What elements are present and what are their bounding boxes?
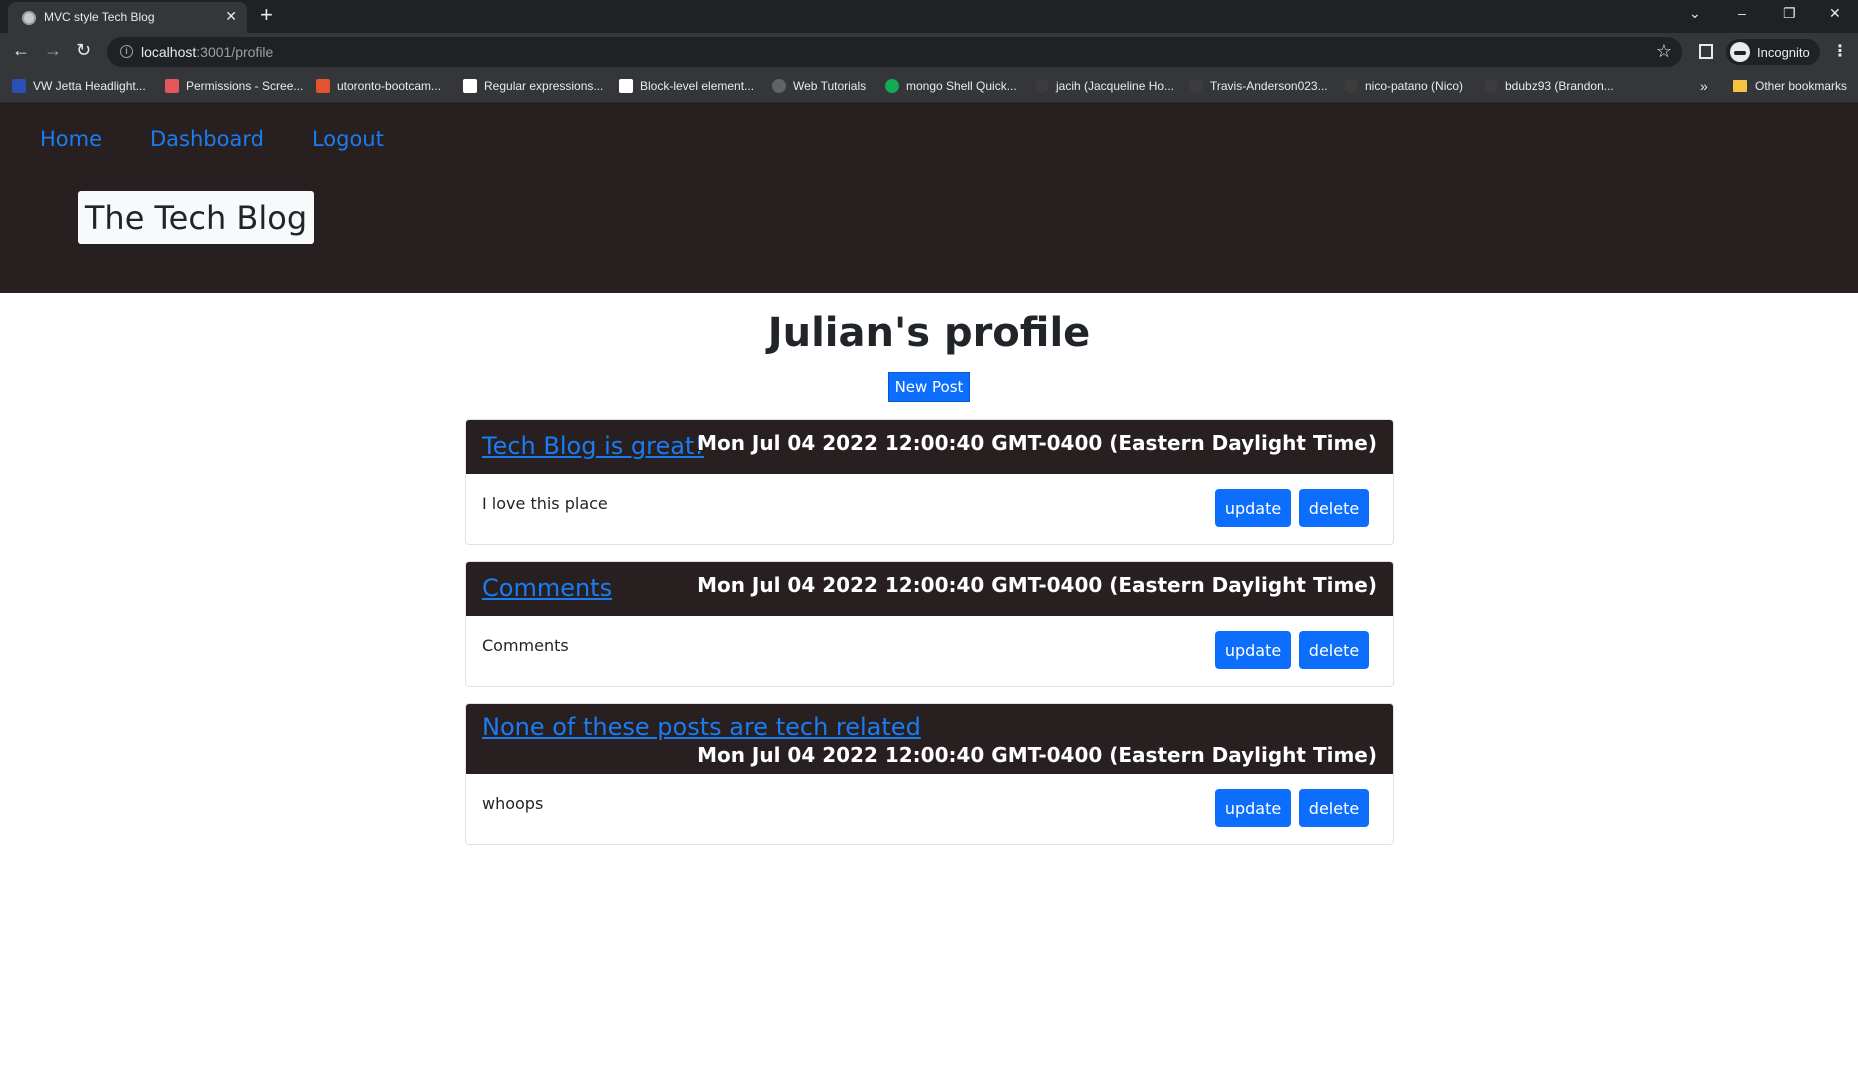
bookmark-label: mongo Shell Quick... — [906, 79, 1017, 93]
bookmark-label: Regular expressions... — [484, 79, 604, 93]
post-title-link[interactable]: None of these posts are tech related — [482, 713, 921, 741]
back-arrow-icon[interactable]: ← — [12, 40, 30, 60]
post-content: whoops — [482, 794, 544, 813]
globe-icon — [22, 11, 36, 25]
post-content: Comments — [482, 636, 569, 655]
bookmark-item[interactable]: utoronto-bootcam... — [316, 79, 441, 93]
bookmark-item[interactable]: bdubz93 (Brandon... — [1484, 79, 1614, 93]
bookmark-label: jacih (Jacqueline Ho... — [1056, 79, 1175, 93]
incognito-icon — [1730, 42, 1750, 62]
post-content: I love this place — [482, 494, 608, 513]
bookmark-item[interactable]: Web Tutorials — [772, 79, 866, 93]
side-panel-icon[interactable] — [1699, 44, 1713, 59]
address-bar[interactable]: i localhost:3001/profile ☆ — [107, 37, 1682, 67]
post-card: None of these posts are tech related Mon… — [465, 703, 1394, 845]
post-title-link[interactable]: Tech Blog is great! — [482, 432, 704, 460]
url-text[interactable]: localhost:3001/profile — [141, 44, 273, 60]
post-date: Mon Jul 04 2022 12:00:40 GMT-0400 (Easte… — [697, 431, 1377, 455]
post-body: Comments update delete — [466, 616, 1393, 686]
browser-toolbar: ← → ↻ i localhost:3001/profile ☆ Incogni… — [0, 33, 1858, 71]
tab-close-icon[interactable]: ✕ — [225, 8, 237, 25]
post-header: Tech Blog is great! Mon Jul 04 2022 12:0… — [466, 420, 1393, 474]
new-tab-button[interactable]: + — [260, 4, 273, 26]
mongodb-leaf-icon — [885, 79, 899, 93]
bookmark-label: utoronto-bootcam... — [337, 79, 442, 93]
update-button[interactable]: update — [1215, 631, 1291, 669]
delete-button[interactable]: delete — [1299, 489, 1369, 527]
bookmark-item[interactable]: VW Jetta Headlight... — [12, 79, 146, 93]
bookmark-label: bdubz93 (Brandon... — [1505, 79, 1614, 93]
bookmark-favicon-icon — [12, 79, 26, 93]
incognito-label: Incognito — [1757, 44, 1810, 60]
reload-icon[interactable]: ↻ — [76, 40, 91, 60]
site-brand: The Tech Blog — [78, 191, 314, 244]
nav-dashboard-link[interactable]: Dashboard — [150, 127, 264, 151]
menu-kebab-icon[interactable]: ⋮ — [1832, 41, 1848, 61]
bookmark-item[interactable]: Block-level element... — [619, 79, 754, 93]
delete-button[interactable]: delete — [1299, 789, 1369, 827]
delete-button[interactable]: delete — [1299, 631, 1369, 669]
post-header: None of these posts are tech related Mon… — [466, 704, 1393, 774]
post-date: Mon Jul 04 2022 12:00:40 GMT-0400 (Easte… — [697, 573, 1377, 597]
mdn-icon — [619, 79, 633, 93]
globe-icon — [772, 79, 786, 93]
other-bookmarks[interactable]: Other bookmarks — [1733, 79, 1847, 93]
site-header: Home Dashboard Logout The Tech Blog — [0, 103, 1858, 293]
post-body: whoops update delete — [466, 774, 1393, 844]
bookmark-item[interactable]: Travis-Anderson023... — [1189, 79, 1328, 93]
github-icon — [1035, 79, 1049, 93]
bookmark-item[interactable]: jacih (Jacqueline Ho... — [1035, 79, 1174, 93]
minimize-button[interactable]: – — [1738, 5, 1746, 21]
page-title: Julian's profile — [767, 310, 1091, 356]
update-button[interactable]: update — [1215, 789, 1291, 827]
url-path: :3001/profile — [196, 44, 274, 60]
bookmark-label: Block-level element... — [640, 79, 755, 93]
restore-button[interactable]: ❐ — [1783, 5, 1796, 22]
bookmark-item[interactable]: Permissions - Scree... — [165, 79, 303, 93]
gitlab-icon — [316, 79, 330, 93]
new-post-button[interactable]: New Post — [888, 372, 970, 402]
url-host: localhost — [141, 44, 197, 60]
bookmark-item[interactable]: mongo Shell Quick... — [885, 79, 1017, 93]
github-icon — [1484, 79, 1498, 93]
post-body: I love this place update delete — [466, 474, 1393, 544]
browser-tabstrip: MVC style Tech Blog ✕ + ⌄ – ❐ ✕ — [0, 0, 1858, 33]
window-close-button[interactable]: ✕ — [1829, 5, 1841, 22]
nav-logout-link[interactable]: Logout — [312, 127, 384, 151]
bookmark-label: VW Jetta Headlight... — [33, 79, 146, 93]
post-title-link[interactable]: Comments — [482, 574, 612, 602]
bookmark-item[interactable]: Regular expressions... — [463, 79, 603, 93]
post-header: Comments Mon Jul 04 2022 12:00:40 GMT-04… — [466, 562, 1393, 616]
nav-home-link[interactable]: Home — [40, 127, 102, 151]
site-nav: Home Dashboard Logout — [40, 127, 384, 151]
bookmark-star-icon[interactable]: ☆ — [1656, 41, 1672, 62]
other-bookmarks-label: Other bookmarks — [1755, 79, 1848, 93]
info-icon[interactable]: i — [120, 45, 133, 58]
bookmark-label: Web Tutorials — [793, 79, 867, 93]
incognito-badge[interactable]: Incognito — [1726, 39, 1820, 65]
bookmark-favicon-icon — [165, 79, 179, 93]
mdn-icon — [463, 79, 477, 93]
bookmark-label: Travis-Anderson023... — [1210, 79, 1328, 93]
browser-tab[interactable]: MVC style Tech Blog ✕ — [8, 2, 247, 33]
github-icon — [1344, 79, 1358, 93]
post-date: Mon Jul 04 2022 12:00:40 GMT-0400 (Easte… — [697, 743, 1377, 767]
github-icon — [1189, 79, 1203, 93]
post-card: Tech Blog is great! Mon Jul 04 2022 12:0… — [465, 419, 1394, 545]
tab-search-icon[interactable]: ⌄ — [1689, 5, 1701, 22]
bookmarks-bar: VW Jetta Headlight... Permissions - Scre… — [0, 71, 1858, 103]
forward-arrow-icon[interactable]: → — [44, 40, 62, 60]
post-card: Comments Mon Jul 04 2022 12:00:40 GMT-04… — [465, 561, 1394, 687]
update-button[interactable]: update — [1215, 489, 1291, 527]
bookmark-item[interactable]: nico-patano (Nico) — [1344, 79, 1463, 93]
tab-title: MVC style Tech Blog — [44, 10, 155, 24]
folder-icon — [1733, 80, 1747, 92]
more-bookmarks-chevron-icon[interactable]: » — [1700, 78, 1708, 94]
bookmark-label: Permissions - Scree... — [186, 79, 304, 93]
bookmark-label: nico-patano (Nico) — [1365, 79, 1464, 93]
